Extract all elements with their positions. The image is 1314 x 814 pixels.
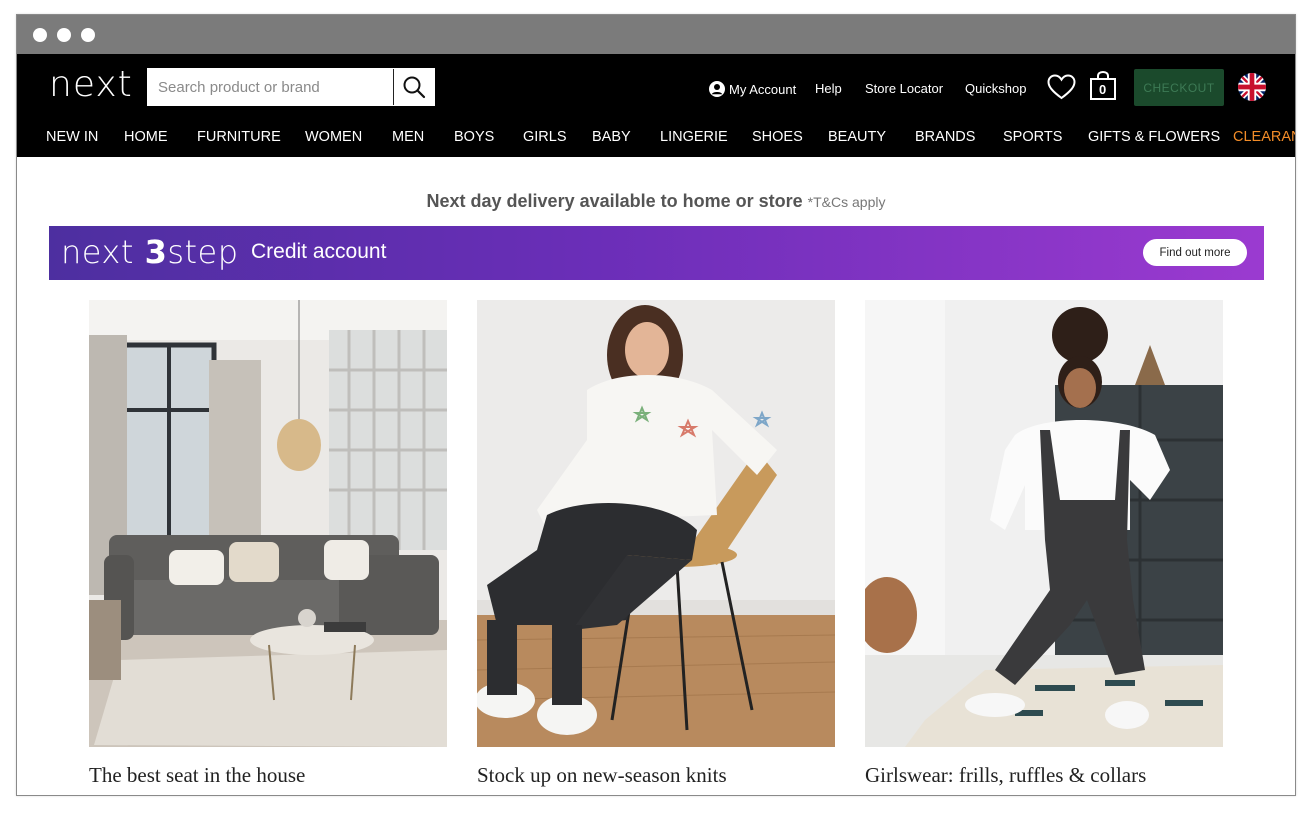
store-locator-link[interactable]: Store Locator <box>865 81 943 96</box>
nav-item-clearance[interactable]: CLEARANCE <box>1233 129 1295 145</box>
bag-count: 0 <box>1099 82 1107 97</box>
window-titlebar <box>17 15 1295 54</box>
nav-item-new-in[interactable]: NEW IN <box>46 129 98 145</box>
search-box <box>147 68 435 106</box>
quickshop-link[interactable]: Quickshop <box>965 81 1026 96</box>
nav-item-boys[interactable]: BOYS <box>454 129 494 145</box>
next-logo[interactable]: next <box>49 64 133 106</box>
living-room-image[interactable] <box>89 300 447 747</box>
search-icon <box>403 76 426 99</box>
promo-card-living-room[interactable]: The best seat in the house <box>89 300 447 787</box>
card-title-living-room[interactable]: The best seat in the house <box>89 763 305 788</box>
nav-item-home[interactable]: HOME <box>124 129 168 145</box>
girlswear-model-image[interactable] <box>865 300 1223 747</box>
card-title-knits[interactable]: Stock up on new-season knits <box>477 763 727 788</box>
country-selector-flag <box>1238 73 1266 101</box>
window-close-dot[interactable] <box>33 28 47 42</box>
delivery-message: Next day delivery available to home or s… <box>17 191 1295 212</box>
banner-logo-three: 3 <box>144 233 168 271</box>
3step-credit-banner[interactable]: next 3step Credit account Find out more <box>49 226 1264 280</box>
delivery-terms-note[interactable]: *T&Cs apply <box>808 194 886 210</box>
uk-flag-icon[interactable] <box>1238 73 1266 101</box>
nav-item-furniture[interactable]: FURNITURE <box>197 129 281 145</box>
nav-item-beauty[interactable]: BEAUTY <box>828 129 886 145</box>
nav-item-women[interactable]: WOMEN <box>305 129 362 145</box>
card-title-girlswear[interactable]: Girlswear: frills, ruffles & collars <box>865 763 1146 788</box>
delivery-main-text: Next day delivery available to home or s… <box>426 191 803 211</box>
browser-window: next My Account Help Store Locator Quick <box>16 14 1296 796</box>
favourites-heart-icon[interactable] <box>1047 74 1076 100</box>
nav-item-baby[interactable]: BABY <box>592 129 631 145</box>
nav-item-lingerie[interactable]: LINGERIE <box>660 129 728 145</box>
window-maximize-dot[interactable] <box>81 28 95 42</box>
knitwear-scene-illustration <box>477 300 835 747</box>
girlswear-scene-illustration <box>865 300 1223 747</box>
find-out-more-button[interactable]: Find out more <box>1143 239 1247 266</box>
nav-item-brands[interactable]: BRANDS <box>915 129 975 145</box>
nav-item-men[interactable]: MEN <box>392 129 424 145</box>
site-header: next My Account Help Store Locator Quick <box>17 54 1295 157</box>
nav-item-girls[interactable]: GIRLS <box>523 129 567 145</box>
my-account-link[interactable]: My Account <box>709 81 796 97</box>
banner-logo-step: step <box>167 233 239 271</box>
knitwear-model-image[interactable] <box>477 300 835 747</box>
account-icon <box>709 81 725 97</box>
nav-item-gifts-flowers[interactable]: GIFTS & FLOWERS <box>1088 129 1220 145</box>
search-input[interactable] <box>148 69 394 105</box>
main-navigation: NEW IN HOME FURNITURE WOMEN MEN BOYS GIR… <box>17 122 1295 152</box>
my-account-label: My Account <box>729 82 797 97</box>
promo-card-knits[interactable]: Stock up on new-season knits <box>477 300 835 787</box>
banner-credit-text: Credit account <box>251 240 387 263</box>
nav-item-shoes[interactable]: SHOES <box>752 129 803 145</box>
window-minimize-dot[interactable] <box>57 28 71 42</box>
next-3step-logo: next 3step <box>61 232 239 272</box>
help-link[interactable]: Help <box>815 81 842 96</box>
sofa-scene-illustration <box>89 300 447 747</box>
banner-logo-next: next <box>61 233 134 271</box>
promo-card-girlswear[interactable]: Girlswear: frills, ruffles & collars <box>865 300 1223 787</box>
checkout-button[interactable]: CHECKOUT <box>1134 69 1224 106</box>
search-button[interactable] <box>393 69 434 105</box>
nav-item-sports[interactable]: SPORTS <box>1003 129 1062 145</box>
